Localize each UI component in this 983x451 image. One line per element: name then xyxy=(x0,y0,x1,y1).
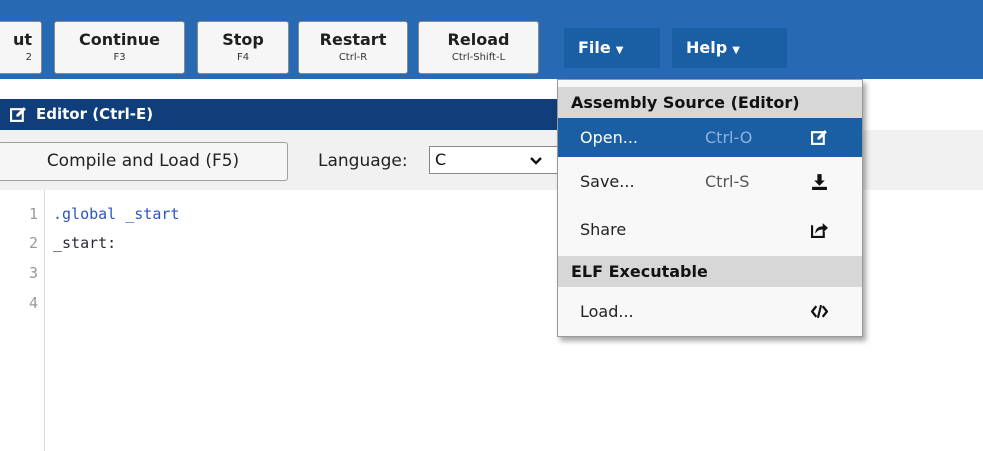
continue-label: Continue xyxy=(79,30,160,49)
help-menu-label: Help xyxy=(686,38,728,57)
menu-section-elf-executable: ELF Executable xyxy=(558,256,862,287)
menu-item-share[interactable]: Share xyxy=(558,210,862,249)
stop-button[interactable]: Stop F4 xyxy=(197,21,289,74)
code-line: _start: xyxy=(53,234,117,252)
line-number: 3 xyxy=(28,264,38,282)
menu-section-assembly-source: Assembly Source (Editor) xyxy=(558,87,862,118)
language-label: Language: xyxy=(318,151,408,171)
menu-item-label: Share xyxy=(580,220,627,239)
step-out-button[interactable]: ut 2 xyxy=(0,21,42,74)
menu-item-label: Load... xyxy=(580,302,634,321)
share-icon xyxy=(811,223,828,238)
menu-item-save[interactable]: Save... Ctrl-S xyxy=(558,162,862,201)
file-dropdown-menu: Assembly Source (Editor) Open... Ctrl-O … xyxy=(557,79,863,337)
edit-icon xyxy=(10,107,26,122)
line-number: 4 xyxy=(28,294,38,312)
gutter-divider xyxy=(44,190,45,451)
chevron-down-icon xyxy=(530,157,542,165)
download-icon xyxy=(812,174,827,190)
menu-item-shortcut: Ctrl-S xyxy=(705,172,750,191)
code-icon xyxy=(811,304,828,319)
restart-button[interactable]: Restart Ctrl-R xyxy=(298,21,408,74)
step-out-label: ut xyxy=(12,30,32,49)
line-number: 1 xyxy=(28,205,38,223)
menu-item-load[interactable]: Load... xyxy=(558,292,862,331)
reload-shortcut: Ctrl-Shift-L xyxy=(451,52,506,63)
reload-button[interactable]: Reload Ctrl-Shift-L xyxy=(418,21,539,74)
menu-item-shortcut: Ctrl-O xyxy=(705,128,753,147)
help-menu-button[interactable]: Help ▼ xyxy=(672,28,787,68)
step-out-shortcut: 2 xyxy=(25,52,32,63)
stop-shortcut: F4 xyxy=(236,52,250,63)
continue-shortcut: F3 xyxy=(113,52,126,63)
reload-label: Reload xyxy=(447,30,510,49)
restart-shortcut: Ctrl-R xyxy=(338,52,368,63)
compile-and-load-button[interactable]: Compile and Load (F5) xyxy=(0,142,288,181)
edit-icon xyxy=(811,130,827,145)
line-number: 2 xyxy=(28,234,38,252)
caret-down-icon: ▼ xyxy=(615,45,624,56)
continue-button[interactable]: Continue F3 xyxy=(54,21,185,74)
language-value: C xyxy=(435,150,447,169)
editor-header: Editor (Ctrl-E) xyxy=(0,99,560,130)
menu-item-open[interactable]: Open... Ctrl-O xyxy=(558,118,862,157)
menu-item-label: Open... xyxy=(580,128,638,147)
menu-item-label: Save... xyxy=(580,172,635,191)
restart-label: Restart xyxy=(319,30,387,49)
code-line: .global _start xyxy=(53,205,180,223)
file-menu-button[interactable]: File ▼ xyxy=(564,28,660,68)
top-toolbar: ut 2 Continue F3 Stop F4 Restart Ctrl-R … xyxy=(0,0,983,79)
stop-label: Stop xyxy=(222,30,264,49)
editor-title: Editor (Ctrl-E) xyxy=(36,105,154,123)
caret-down-icon: ▼ xyxy=(732,45,740,56)
file-menu-label: File xyxy=(578,38,611,57)
language-select[interactable]: C xyxy=(429,146,559,174)
